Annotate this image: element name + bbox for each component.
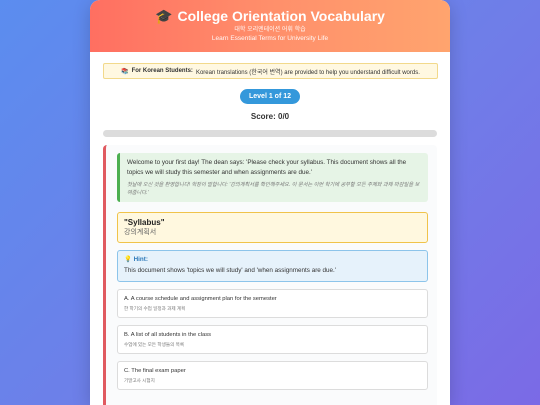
vocabulary-term-korean: 강의계획서	[124, 229, 157, 236]
notice-label: For Korean Students:	[131, 68, 193, 74]
progress-bar	[103, 130, 437, 137]
answer-option-c[interactable]: C. The final exam paper 기말고사 시험지	[117, 361, 428, 390]
subtitle-korean: 대학 오리엔테이션 어휘 학습	[234, 27, 306, 33]
question-card: Welcome to your first day! The dean says…	[103, 145, 437, 405]
story-box: Welcome to your first day! The dean says…	[117, 153, 428, 202]
page-title-row: 🎓 College Orientation Vocabulary	[90, 7, 450, 25]
notice-text: Korean translations (한국어 번역) are provide…	[195, 69, 420, 76]
vocabulary-term-box: "Syllabus" 강의계획서	[117, 212, 428, 243]
graduation-cap-icon: 🎓	[155, 8, 173, 24]
score-display: Score: 0/0	[250, 112, 290, 121]
page-title: College Orientation Vocabulary	[177, 8, 385, 24]
option-label: B. A list of all students in the class	[124, 332, 211, 338]
answer-option-a[interactable]: A. A course schedule and assignment plan…	[117, 289, 428, 318]
quiz-card: 🎓 College Orientation Vocabulary 대학 오리엔테…	[90, 0, 450, 405]
subtitle-english: Learn Essential Terms for University Lif…	[211, 35, 329, 42]
option-label: C. The final exam paper	[124, 368, 186, 374]
level-badge: Level 1 of 12	[239, 89, 301, 104]
hint-text: This document shows 'topics we will stud…	[124, 267, 337, 274]
lightbulb-icon: 💡	[124, 256, 132, 263]
hint-box: 💡 Hint: This document shows 'topics we w…	[117, 250, 428, 282]
header: 🎓 College Orientation Vocabulary 대학 오리엔테…	[90, 0, 450, 52]
hint-title-row: 💡 Hint:	[124, 255, 421, 264]
hint-title: Hint:	[133, 256, 148, 263]
option-label: A. A course schedule and assignment plan…	[124, 296, 277, 302]
story-text-english: Welcome to your first day! The dean says…	[127, 159, 407, 176]
option-label-korean: 기말고사 시험지	[124, 378, 155, 383]
vocabulary-term: "Syllabus"	[124, 218, 165, 227]
korean-students-notice: 📚 For Korean Students: Korean translatio…	[103, 63, 438, 79]
books-icon: 📚	[121, 68, 129, 75]
story-text-korean: 첫날에 오신 것을 환영합니다! 학장이 말합니다: '강의계획서를 확인해주세…	[127, 182, 420, 196]
option-label-korean: 한 학기의 수업 일정과 과제 계획	[124, 306, 186, 311]
answer-option-b[interactable]: B. A list of all students in the class 수…	[117, 325, 428, 354]
option-label-korean: 수업에 있는 모든 학생들의 목록	[124, 342, 185, 347]
